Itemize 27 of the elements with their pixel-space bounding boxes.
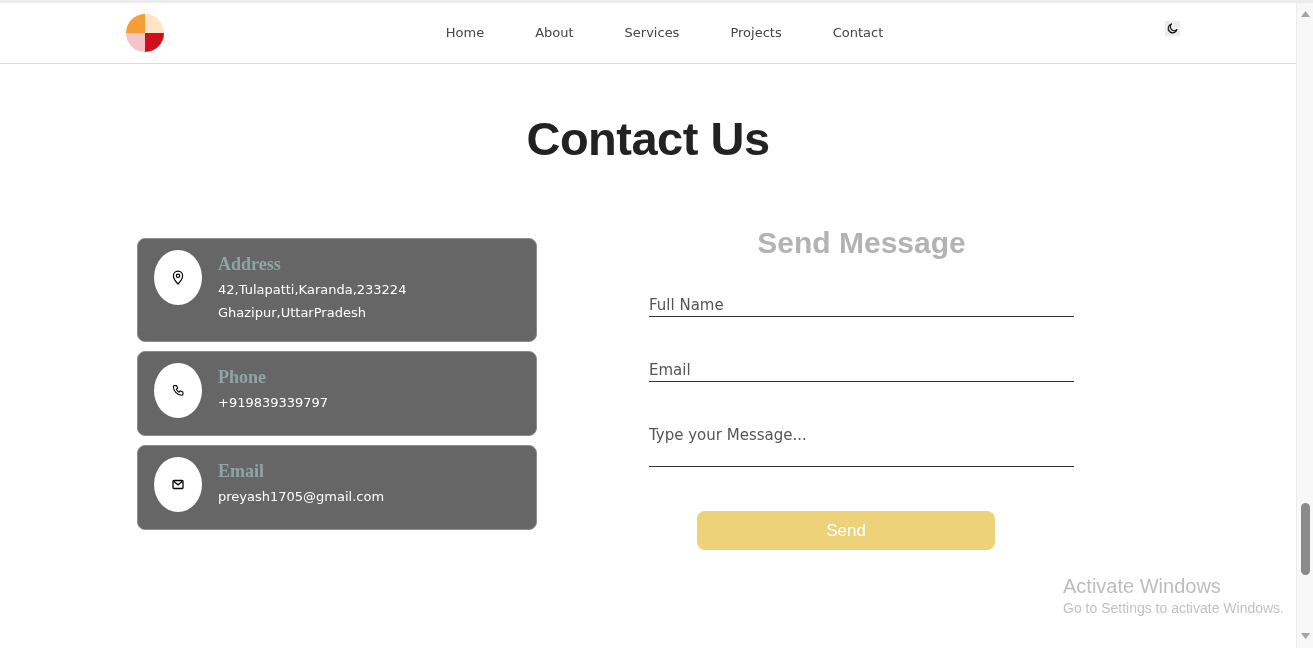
nav-link[interactable]: Home [445,23,485,43]
card-heading: Phone [218,366,267,388]
activation-title: Activate Windows [1063,574,1222,598]
nav-link[interactable]: About [535,23,574,43]
nav-link[interactable]: Services [624,23,680,43]
theme-toggle-button[interactable] [1165,21,1180,36]
address-text: 42,Tulapatti,Karanda,233224 Ghazipur,UttarPradesh [218,281,407,322]
nav-link[interactable]: Contact [832,23,884,43]
email-address: preyash1705@gmail.com [218,488,385,506]
scroll-down-arrow-icon[interactable] [1300,633,1310,639]
form-title: Send Message [756,225,967,261]
nav-link[interactable]: Projects [730,23,782,43]
text-field[interactable]: Email [649,358,1074,382]
location-pin-icon [154,250,202,305]
scroll-up-arrow-icon[interactable] [1300,11,1310,17]
page-title: Contact Us [525,111,771,167]
scrollbar-thumb[interactable] [1300,503,1310,575]
text-field[interactable]: Full Name [649,293,1074,317]
phone-icon [154,363,202,418]
moon-icon [1167,23,1178,34]
card-heading: Email [218,460,265,482]
phone-number: +919839339797 [218,394,329,412]
card-heading: Address [218,253,282,275]
activation-message: Go to Settings to activate Windows. [1063,600,1284,617]
envelope-icon [154,457,202,512]
message-field[interactable]: Type your Message... [649,423,1074,467]
logo-icon [126,14,164,52]
